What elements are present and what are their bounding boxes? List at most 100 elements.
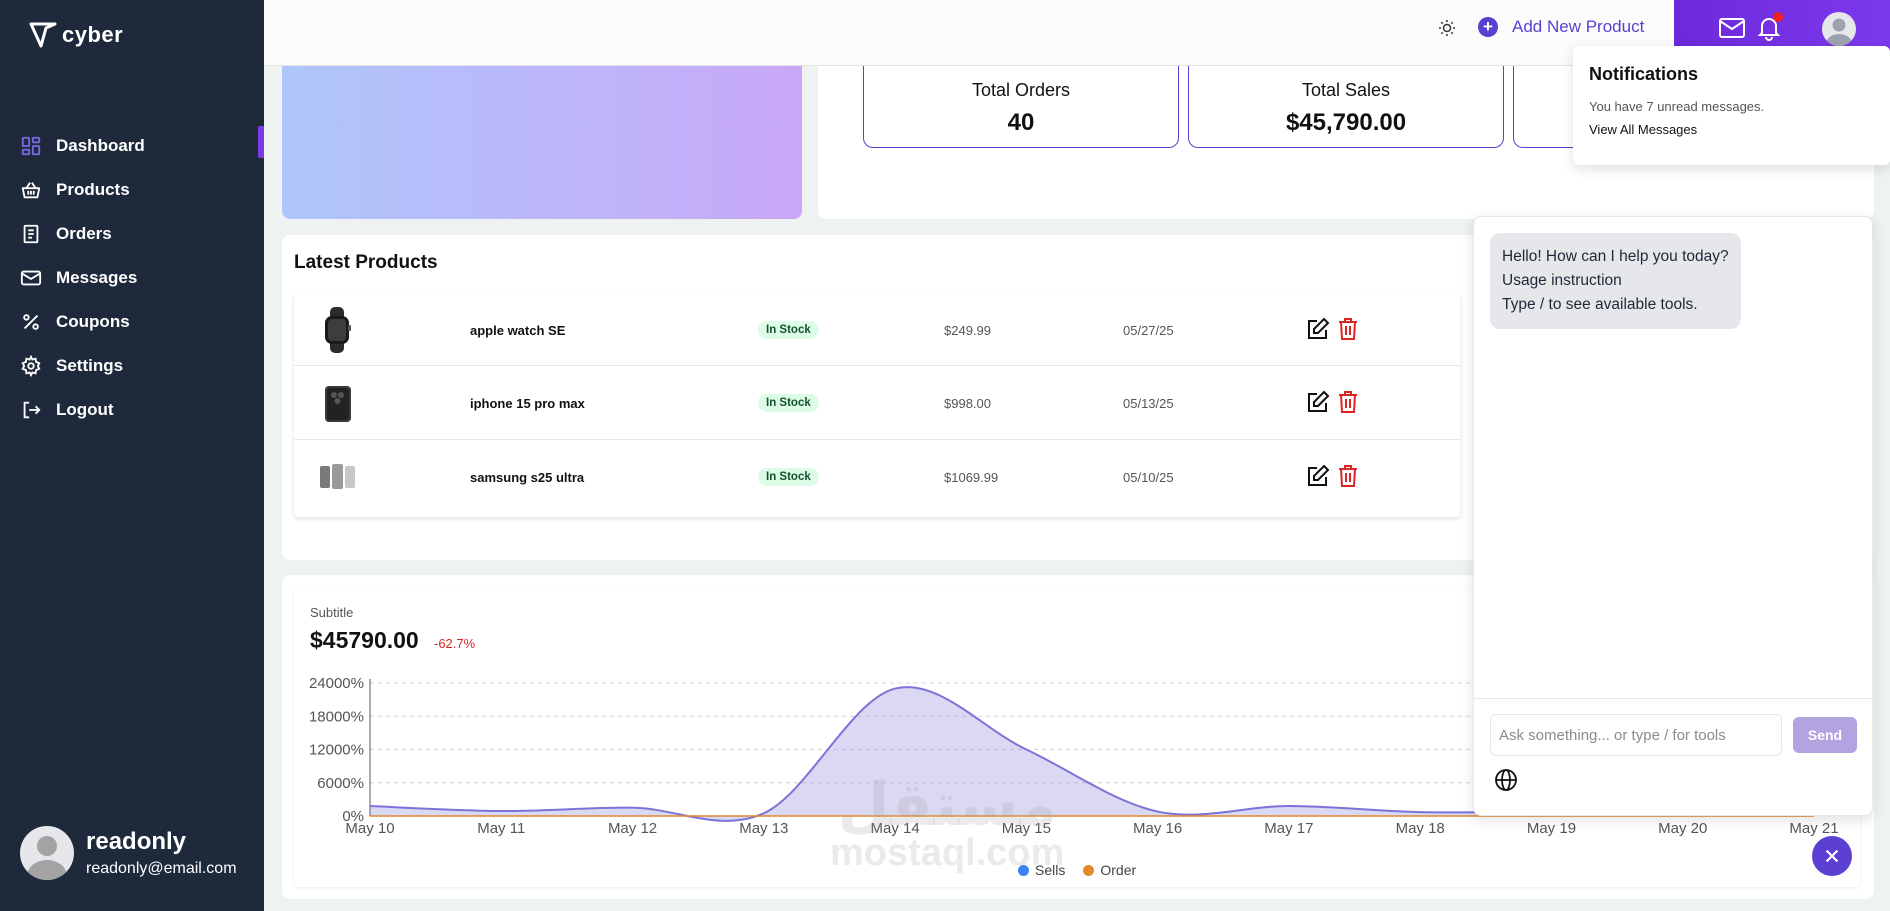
product-name: iphone 15 pro max [470,396,585,411]
x-tick-label: May 21 [1789,820,1838,837]
status-badge: In Stock [758,394,819,412]
y-tick-label: 24000% [309,675,364,692]
product-name: samsung s25 ultra [470,470,585,485]
y-tick-label: 18000% [309,708,364,725]
trash-icon[interactable] [1337,464,1359,488]
x-tick-label: May 11 [477,820,525,837]
table-row[interactable]: iphone 15 pro max In Stock $998.00 05/13… [294,367,1460,440]
table-row[interactable]: samsung s25 ultra In Stock $1069.99 05/1… [294,440,1460,513]
legend-item-order[interactable]: Order [1083,862,1136,878]
header-avatar[interactable] [1822,12,1856,46]
sidebar-item-label: Settings [56,356,124,375]
x-tick-label: May 12 [608,820,657,837]
percent-icon [23,314,39,330]
chat-message-bubble: Hello! How can I help you today? Usage i… [1490,233,1741,329]
grid-icon [21,136,41,156]
sidebar-item-messages[interactable]: Messages [0,256,264,300]
sidebar: cyber Dashboard Products Orders Messages… [0,0,264,911]
product-price: $249.99 [944,323,991,338]
user-info: readonly readonly@email.com [86,828,237,878]
trash-icon[interactable] [1337,317,1359,341]
sidebar-item-label: Logout [56,400,114,419]
y-tick-label: 12000% [309,742,364,759]
watermark-latin: mostaql.com [830,832,1065,874]
brand-name: cyber [62,22,124,47]
x-tick-label: May 19 [1527,820,1576,837]
chart-change-percent: -62.7% [434,636,476,651]
phones-image [320,464,355,489]
chat-message-line: Hello! How can I help you today? [1502,248,1729,265]
notification-dot [1773,12,1783,22]
product-price: $1069.99 [944,470,999,485]
product-date: 05/27/25 [1123,323,1174,338]
chat-message-line: Usage instruction [1502,272,1622,289]
notifications-title: Notifications [1589,64,1699,84]
close-icon [1825,849,1839,863]
status-badge: In Stock [758,468,819,486]
plus-icon: + [1478,17,1498,37]
add-new-product-label: Add New Product [1512,17,1645,36]
trash-icon[interactable] [1337,390,1359,414]
mail-icon[interactable] [1719,18,1745,38]
avatar [20,826,74,880]
basket-icon [21,182,41,199]
clipboard-icon [23,224,39,244]
user-silhouette-icon [1826,18,1852,46]
stat-label: Total Orders [971,80,1071,100]
send-button[interactable]: Send [1793,717,1857,753]
sidebar-item-label: Products [56,180,130,199]
gear-icon [21,355,41,377]
chat-close-button[interactable] [1812,836,1852,876]
chat-message-line: Type / to see available tools. [1502,296,1698,313]
user-name: readonly [86,828,187,855]
sidebar-item-coupons[interactable]: Coupons [0,300,264,344]
globe-icon[interactable] [1494,768,1518,792]
phone-image [325,386,351,422]
sidebar-nav: Dashboard Products Orders Messages Coupo… [0,124,264,432]
edit-icon[interactable] [1306,464,1330,488]
x-tick-label: May 13 [739,820,788,837]
panel-title: Latest Products [294,252,438,273]
mail-icon [20,270,42,286]
x-tick-label: May 16 [1133,820,1182,837]
view-all-messages-link[interactable]: View All Messages [1589,122,1874,137]
product-date: 05/13/25 [1123,396,1174,411]
stat-total-orders: Total Orders 40 [863,66,1179,148]
edit-icon[interactable] [1306,390,1330,414]
stat-value: 40 [1007,109,1035,136]
brand-logo[interactable]: cyber [28,20,123,50]
watch-image [325,307,351,353]
sun-icon[interactable] [1437,18,1457,38]
product-thumbnail [314,454,360,500]
chat-input[interactable] [1490,714,1782,756]
stat-total-sales: Total Sales $45,790.00 [1188,66,1504,148]
product-date: 05/10/25 [1123,470,1174,485]
products-table: apple watch SE In Stock $249.99 05/27/25… [294,293,1460,517]
y-tick-label: 6000% [317,775,364,792]
chart-total-value: $45790.00 [310,627,419,653]
sidebar-item-label: Coupons [56,312,130,331]
x-tick-label: May 20 [1658,820,1707,837]
x-tick-label: May 17 [1264,820,1313,837]
watermark-arabic: مستقل [837,770,1057,840]
user-profile[interactable]: readonly readonly@email.com [20,826,237,880]
user-silhouette-icon [27,836,67,880]
add-new-product-button[interactable]: + Add New Product [1478,17,1644,37]
notifications-dropdown: Notifications You have 7 unread messages… [1573,46,1890,165]
legend-label: Order [1100,862,1137,878]
hero-gradient-card [282,66,802,219]
sidebar-item-logout[interactable]: Logout [0,388,264,432]
sidebar-item-settings[interactable]: Settings [0,344,264,388]
product-thumbnail [314,307,360,353]
logout-icon [23,401,41,419]
product-thumbnail [314,381,360,427]
sidebar-item-orders[interactable]: Orders [0,212,264,256]
edit-icon[interactable] [1306,317,1330,341]
sidebar-item-products[interactable]: Products [0,168,264,212]
table-row[interactable]: apple watch SE In Stock $249.99 05/27/25 [294,293,1460,366]
sidebar-item-dashboard[interactable]: Dashboard [0,124,264,168]
status-badge: In Stock [758,321,819,339]
logo-icon [29,22,57,48]
sidebar-item-label: Orders [56,224,112,243]
sidebar-item-label: Dashboard [56,136,145,155]
